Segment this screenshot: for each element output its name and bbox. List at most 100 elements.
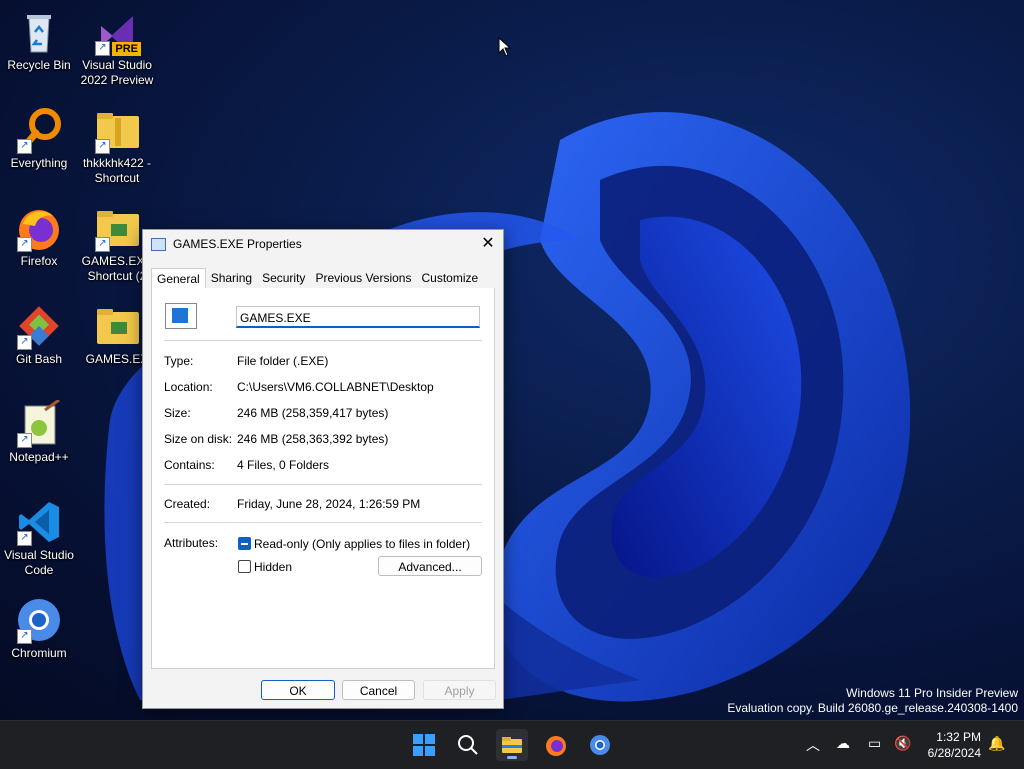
close-button[interactable]: ✕ xyxy=(473,230,503,258)
desktop-icon-label: Git Bash xyxy=(15,352,63,366)
clock[interactable]: 1:32 PM 6/28/2024 xyxy=(928,729,981,761)
desktop-icon-recycle-bin[interactable]: Recycle Bin xyxy=(0,8,78,73)
tab-customize[interactable]: Customize xyxy=(416,268,483,288)
desktop-icon-label: Recycle Bin xyxy=(7,58,71,72)
size-label: Size: xyxy=(164,406,191,420)
dialog-title: GAMES.EXE Properties xyxy=(173,237,302,251)
chromium-icon xyxy=(590,735,610,755)
show-hidden-icons-button[interactable]: ︿ xyxy=(806,735,820,755)
size-on-disk-label: Size on disk: xyxy=(164,432,233,446)
general-tab-panel: GAMES.EXE Type: File folder (.EXE) Locat… xyxy=(151,288,495,669)
desktop-icon-zip-shortcut[interactable]: ↗ thkkkhk422 - Shortcut xyxy=(78,106,156,186)
vscode-icon: ↗ xyxy=(15,498,63,546)
divider xyxy=(164,522,482,523)
close-icon: ✕ xyxy=(481,235,495,252)
search-magnifier-icon: ↗ xyxy=(15,106,63,154)
file-explorer-icon xyxy=(502,737,522,753)
firefox-taskbar-button[interactable] xyxy=(540,729,572,761)
desktop-icon-label: Notepad++ xyxy=(9,450,69,464)
divider xyxy=(164,484,482,485)
contains-label: Contains: xyxy=(164,458,215,472)
advanced-button[interactable]: Advanced... xyxy=(378,556,482,576)
desktop-icon-notepad-plus-plus[interactable]: ↗ Notepad++ xyxy=(0,398,78,465)
pre-badge: PRE xyxy=(112,42,141,56)
chromium-icon: ↗ xyxy=(15,596,63,644)
chevron-up-icon: ︿ xyxy=(806,737,820,753)
start-button[interactable] xyxy=(408,729,440,761)
start-icon xyxy=(413,734,435,756)
contains-value: 4 Files, 0 Folders xyxy=(237,458,330,472)
desktop-icon-chromium[interactable]: ↗ Chromium xyxy=(0,596,78,661)
type-value: File folder (.EXE) xyxy=(237,354,329,368)
recycle-bin-icon xyxy=(15,8,63,56)
firefox-icon xyxy=(546,736,566,756)
watermark-line1: Windows 11 Pro Insider Preview xyxy=(846,686,1018,700)
created-value: Friday, June 28, 2024, 1:26:59 PM xyxy=(237,497,421,511)
search-icon xyxy=(458,735,478,755)
created-label: Created: xyxy=(164,497,211,511)
folder-icon: ↗ xyxy=(93,204,141,252)
location-value: C:\Users\VM6.COLLABNET\Desktop xyxy=(237,380,434,394)
tab-general[interactable]: General xyxy=(151,268,206,289)
size-on-disk-value: 246 MB (258,363,392 bytes) xyxy=(237,432,389,446)
ok-button[interactable]: OK xyxy=(261,680,335,700)
size-value: 246 MB (258,359,417 bytes) xyxy=(237,406,389,420)
chromium-taskbar-button[interactable] xyxy=(584,729,616,761)
firefox-icon: ↗ xyxy=(15,204,63,252)
desktop-icon-label: Visual Studio Code xyxy=(4,548,74,577)
desktop-icon-label: thkkkhk422 - Shortcut xyxy=(82,156,152,185)
cancel-button[interactable]: Cancel xyxy=(342,680,415,700)
shortcut-arrow-icon: ↗ xyxy=(95,237,110,252)
tab-previous-versions[interactable]: Previous Versions xyxy=(310,268,416,288)
desktop-icon-label: Chromium xyxy=(11,646,67,660)
file-folder-icon xyxy=(165,303,197,329)
shortcut-arrow-icon: ↗ xyxy=(17,629,32,644)
dialog-titlebar[interactable]: GAMES.EXE Properties ✕ xyxy=(143,230,503,258)
shortcut-arrow-icon: ↗ xyxy=(95,139,110,154)
shortcut-arrow-icon: ↗ xyxy=(17,433,32,448)
apply-button[interactable]: Apply xyxy=(423,680,496,700)
name-field[interactable]: GAMES.EXE xyxy=(236,306,480,328)
watermark-line2: Evaluation copy. Build 26080.ge_release.… xyxy=(727,701,1018,715)
readonly-checkbox[interactable] xyxy=(238,537,251,550)
clock-date: 6/28/2024 xyxy=(927,746,981,760)
running-indicator xyxy=(507,756,517,759)
visual-studio-icon: PRE ↗ xyxy=(93,8,141,56)
zip-folder-icon: ↗ xyxy=(93,106,141,154)
desktop-icon-git-bash[interactable]: ↗ Git Bash xyxy=(0,302,78,367)
desktop-icon-label: Visual Studio 2022 Preview xyxy=(80,58,154,87)
desktop-icon-visual-studio[interactable]: PRE ↗ Visual Studio 2022 Preview xyxy=(78,8,156,88)
readonly-label[interactable]: Read-only (Only applies to files in fold… xyxy=(254,537,470,551)
mouse-cursor-icon xyxy=(498,37,512,57)
desktop-icon-label: Firefox xyxy=(20,254,58,268)
desktop-icon-everything[interactable]: ↗ Everything xyxy=(0,106,78,171)
hidden-label[interactable]: Hidden xyxy=(254,560,292,574)
hidden-checkbox[interactable] xyxy=(238,560,251,573)
volume-muted-icon[interactable]: 🔇 xyxy=(894,735,911,752)
attributes-label: Attributes: xyxy=(164,536,219,550)
folder-icon xyxy=(93,302,141,350)
tab-bar: General Sharing Security Previous Versio… xyxy=(151,268,495,289)
file-explorer-button[interactable] xyxy=(496,729,528,761)
desktop-icon-firefox[interactable]: ↗ Firefox xyxy=(0,204,78,269)
network-icon[interactable]: ▭ xyxy=(868,735,881,752)
desktop-icon-vscode[interactable]: ↗ Visual Studio Code xyxy=(0,498,78,578)
shortcut-arrow-icon: ↗ xyxy=(17,531,32,546)
onedrive-icon[interactable]: ☁ xyxy=(836,735,850,752)
notifications-bell-icon[interactable]: 🔔 xyxy=(988,735,1005,752)
shortcut-arrow-icon: ↗ xyxy=(17,139,32,154)
windows-watermark: Windows 11 Pro Insider Preview Evaluatio… xyxy=(727,686,1018,716)
properties-dialog: GAMES.EXE Properties ✕ General Sharing S… xyxy=(142,229,504,709)
shortcut-arrow-icon: ↗ xyxy=(95,41,110,56)
tab-sharing[interactable]: Sharing xyxy=(206,268,257,288)
git-bash-icon: ↗ xyxy=(15,302,63,350)
search-button[interactable] xyxy=(452,729,484,761)
shortcut-arrow-icon: ↗ xyxy=(17,237,32,252)
tab-security[interactable]: Security xyxy=(257,268,310,288)
shortcut-arrow-icon: ↗ xyxy=(17,335,32,350)
type-label: Type: xyxy=(164,354,194,368)
taskbar: ︿ ☁ ▭ 🔇 1:32 PM 6/28/2024 🔔 xyxy=(0,720,1024,769)
location-label: Location: xyxy=(164,380,213,394)
desktop-icon-label: Everything xyxy=(10,156,68,170)
divider xyxy=(164,340,482,341)
